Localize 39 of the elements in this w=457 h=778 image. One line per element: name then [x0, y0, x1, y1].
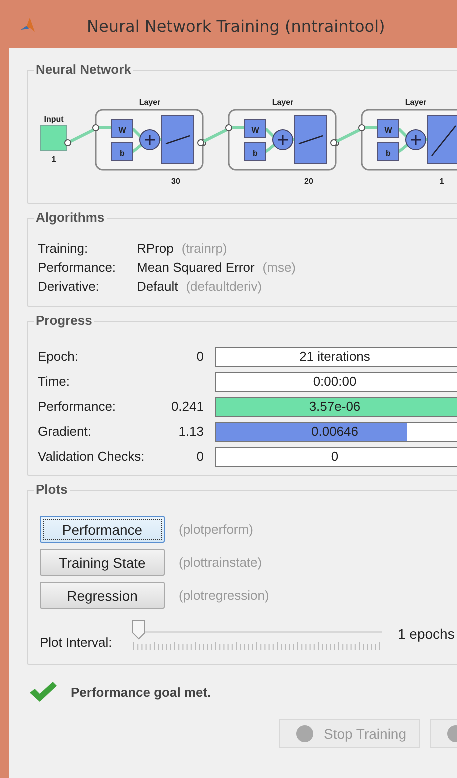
algorithm-value: Default	[137, 279, 178, 294]
progress-value: 3.57e-06	[308, 398, 362, 416]
function-name: (defaultderiv)	[186, 279, 262, 294]
function-name: (mse)	[262, 260, 296, 275]
start-value: 0.241	[170, 399, 204, 414]
interval-label: Plot Interval:	[40, 634, 114, 650]
network-diagram: Input 1 Layer W b 30 Layer W b 20 Layer W b 1	[30, 93, 457, 193]
peak-logo-icon	[21, 18, 35, 34]
progress-label: Validation Checks:	[38, 449, 146, 464]
function-name: (plottrainstate)	[179, 555, 262, 570]
progress-label: Epoch:	[38, 349, 80, 364]
plot-button[interactable]: Performance	[40, 516, 165, 543]
start-value: 0	[196, 349, 204, 364]
group-title: Neural Network	[34, 62, 134, 77]
start-value: 1.13	[178, 424, 204, 439]
window-title: Neural Network Training (nntraintool)	[87, 16, 386, 36]
algorithm-value: Mean Squared Error	[137, 260, 255, 275]
plot-button[interactable]: Training State	[40, 549, 165, 576]
group-title: Algorithms	[34, 210, 107, 225]
function-name: (plotregression)	[179, 588, 270, 603]
start-value: 0	[196, 449, 204, 464]
slider-thumb[interactable]	[132, 620, 146, 640]
group-title: Progress	[34, 313, 94, 328]
algorithm-value: RProp	[137, 241, 174, 256]
progress-label: Gradient:	[38, 424, 92, 439]
algorithm-label: Derivative:	[38, 279, 100, 294]
checkmark-icon	[29, 681, 57, 703]
algorithm-label: Training:	[38, 241, 90, 256]
algorithm-label: Performance:	[38, 260, 118, 275]
group-title: Plots	[34, 482, 70, 497]
interval-value: 1 epochs	[398, 626, 455, 642]
stop-icon	[296, 724, 314, 742]
plot-button[interactable]: Regression	[40, 582, 165, 609]
progress-label: Performance:	[38, 399, 118, 414]
function-name: (trainrp)	[182, 241, 228, 256]
progress-value: 0.00646	[310, 422, 360, 440]
status-message: Performance goal met.	[71, 684, 212, 700]
function-name: (plotperform)	[179, 522, 254, 537]
progress-label: Time:	[38, 374, 72, 389]
